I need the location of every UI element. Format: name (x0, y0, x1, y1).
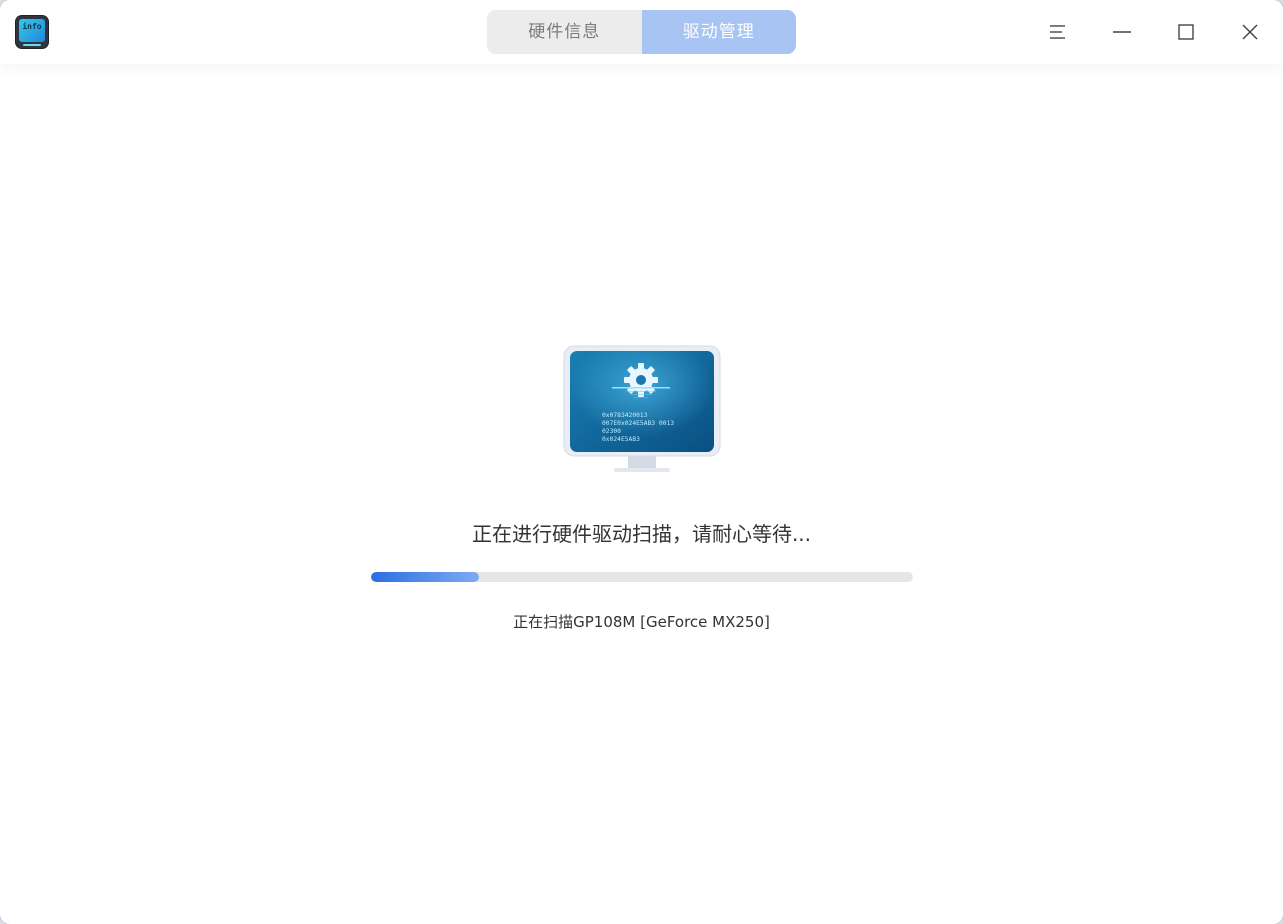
close-button[interactable] (1230, 12, 1270, 52)
device-info-app-icon: info (15, 15, 49, 49)
close-icon (1242, 24, 1258, 40)
tab-driver-management[interactable]: 驱动管理 (641, 10, 796, 54)
scan-current-item: 正在扫描GP108M [GeForce MX250] (513, 613, 770, 631)
tab-hardware-info[interactable]: 硬件信息 (487, 10, 642, 54)
menu-button[interactable] (1038, 12, 1078, 52)
code-line: 0x024E5AB3 (602, 436, 640, 443)
code-line: 0x0783420013 (602, 412, 648, 419)
scan-panel: 0x0783420013 007E0x024E5AB3 0013 02300 0… (0, 64, 1283, 924)
minimize-icon (1113, 31, 1131, 33)
scan-progress-fill (371, 572, 480, 582)
code-line: 007E0x024E5AB3 0013 (602, 420, 674, 427)
maximize-icon (1178, 24, 1194, 40)
scan-status-title: 正在进行硬件驱动扫描，请耐心等待... (471, 522, 812, 546)
minimize-button[interactable] (1102, 12, 1142, 52)
code-line: 02300 (602, 428, 621, 435)
tab-bar: 硬件信息 驱动管理 (487, 10, 796, 54)
app-icon-label: info (22, 22, 42, 31)
monitor-gear-icon: 0x0783420013 007E0x024E5AB3 0013 02300 0… (560, 344, 724, 480)
menu-icon (1050, 25, 1065, 39)
scan-progress-bar (371, 572, 913, 582)
app-window: info 硬件信息 驱动管理 0x0783420013 007E0x024E5A… (0, 0, 1283, 924)
titlebar: info 硬件信息 驱动管理 (0, 0, 1283, 64)
maximize-button[interactable] (1166, 12, 1206, 52)
